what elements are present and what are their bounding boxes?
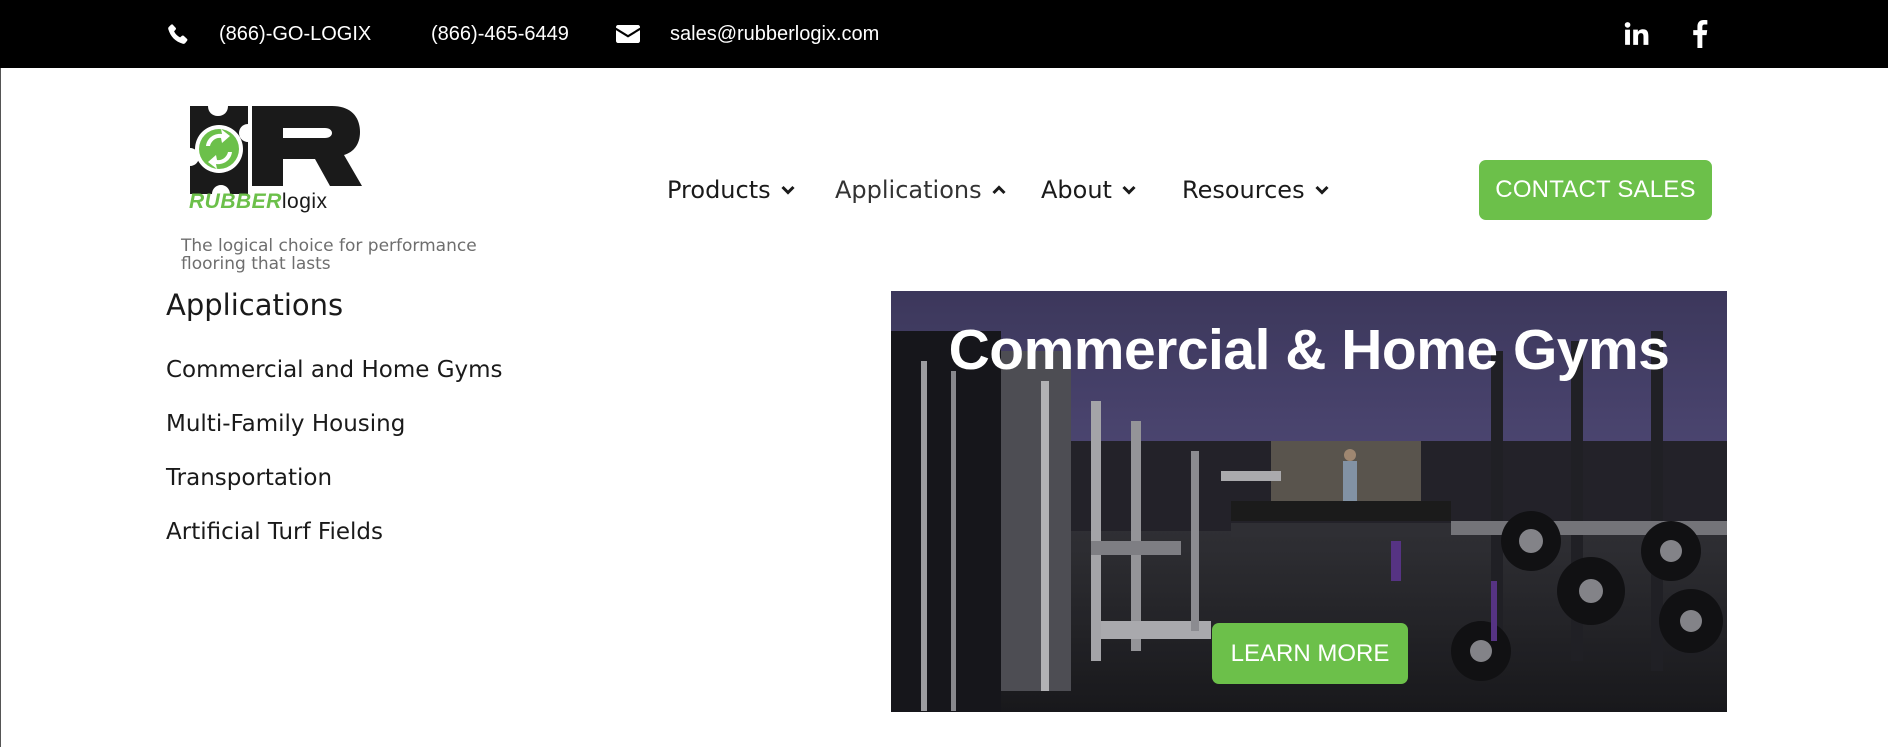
facebook-icon[interactable] xyxy=(1692,0,1708,68)
nav-item-about[interactable]: About xyxy=(1041,170,1136,210)
phone-vanity-link[interactable]: (866)-GO-LOGIX xyxy=(219,0,371,68)
dropdown-item-multi-family-housing[interactable]: Multi-Family Housing xyxy=(166,411,405,437)
site-tagline: The logical choice for performance floor… xyxy=(181,236,477,274)
chevron-up-icon xyxy=(992,185,1006,195)
nav-item-label: Applications xyxy=(835,176,982,204)
contact-sales-button[interactable]: CONTACT SALES xyxy=(1479,160,1712,220)
nav-item-applications[interactable]: Applications xyxy=(835,170,1006,210)
nav-item-products[interactable]: Products xyxy=(667,170,795,210)
dropdown-item-artificial-turf-fields[interactable]: Artificial Turf Fields xyxy=(166,519,383,545)
chevron-down-icon xyxy=(1315,185,1329,195)
nav-item-label: Products xyxy=(667,176,771,204)
nav-item-resources[interactable]: Resources xyxy=(1182,170,1329,210)
dropdown-item-transportation[interactable]: Transportation xyxy=(166,465,332,491)
nav-item-label: About xyxy=(1041,176,1112,204)
promo-card: Commercial & Home Gyms LEARN MORE xyxy=(891,291,1727,712)
email-link[interactable]: sales@rubberlogix.com xyxy=(670,0,879,68)
nav-item-label: Resources xyxy=(1182,176,1305,204)
learn-more-button[interactable]: LEARN MORE xyxy=(1212,623,1408,684)
linkedin-icon[interactable] xyxy=(1624,0,1650,68)
chevron-down-icon xyxy=(781,185,795,195)
dropdown-item-commercial-home-gyms[interactable]: Commercial and Home Gyms xyxy=(166,357,503,383)
phone-number-link[interactable]: (866)-465-6449 xyxy=(431,0,569,68)
phone-icon xyxy=(166,0,190,68)
dropdown-heading: Applications xyxy=(166,288,344,322)
envelope-icon xyxy=(616,0,640,68)
chevron-down-icon xyxy=(1122,185,1136,195)
promo-title: Commercial & Home Gyms xyxy=(948,318,1670,382)
top-contact-bar: (866)-GO-LOGIX (866)-465-6449 sales@rubb… xyxy=(0,0,1888,68)
logo-wordmark: RUBBERlogix xyxy=(189,190,328,213)
